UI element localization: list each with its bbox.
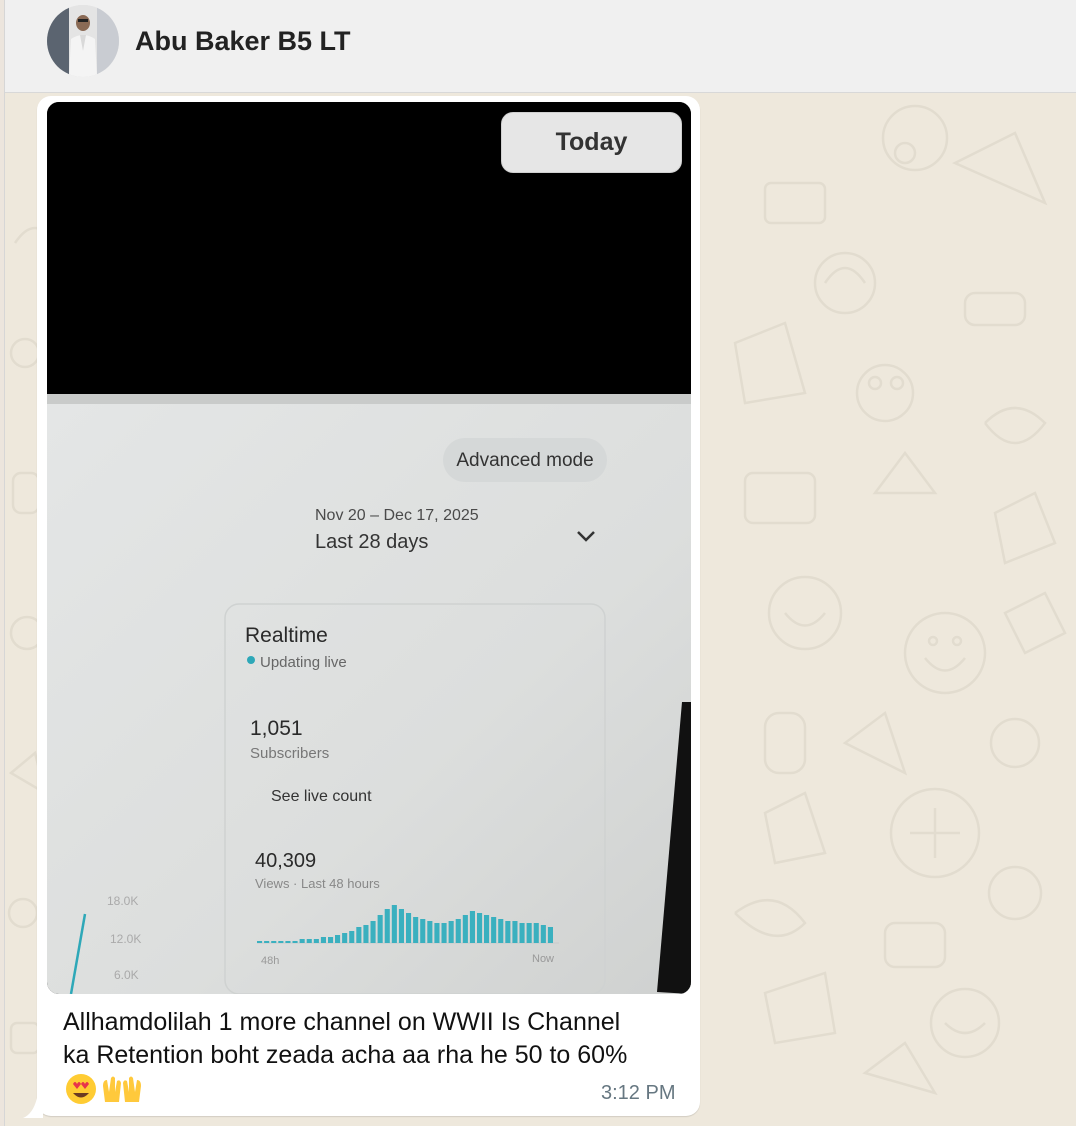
emoji-row xyxy=(65,1072,145,1111)
chart-bar xyxy=(477,913,483,943)
message-caption: Allhamdolilah 1 more channel on WWII Is … xyxy=(63,1006,693,1072)
chart-bar xyxy=(313,939,319,943)
chart-bar xyxy=(498,919,504,943)
contact-name[interactable]: Abu Baker B5 LT xyxy=(135,26,351,57)
advanced-mode-label: Advanced mode xyxy=(456,450,593,471)
chart-bar xyxy=(491,917,497,943)
period-label: Last 28 days xyxy=(315,531,428,553)
analytics-photo: Advanced mode Nov 20 – Dec 17, 2025 Last… xyxy=(47,102,691,994)
chart-bar xyxy=(484,915,490,943)
chart-bar xyxy=(434,923,440,943)
chart-bar xyxy=(406,913,412,943)
chart-bar xyxy=(370,921,376,943)
chart-bar xyxy=(363,925,369,943)
caption-line: Allhamdolilah 1 more channel on WWII Is … xyxy=(63,1008,621,1036)
see-live-count-link: See live count xyxy=(271,788,372,805)
chart-bar xyxy=(377,915,383,943)
chart-bar xyxy=(384,909,390,943)
message-timestamp: 3:12 PM xyxy=(601,1082,676,1104)
chart-bar xyxy=(512,921,518,943)
chart-bar xyxy=(278,941,284,943)
chat-header[interactable]: Abu Baker B5 LT xyxy=(5,0,1076,93)
chart-bar xyxy=(285,941,291,943)
chart-bar xyxy=(462,915,468,943)
live-dot-icon xyxy=(247,656,255,664)
chart-bar xyxy=(441,923,447,943)
chart-bar xyxy=(342,933,348,943)
chart-bar xyxy=(328,937,334,943)
y-tick-label: 12.0K xyxy=(110,932,141,946)
y-tick-label: 6.0K xyxy=(114,968,139,982)
bubble-tail xyxy=(23,1098,43,1118)
chat-window: Abu Baker B5 LT Advanced mode Nov 20 – D… xyxy=(4,0,1076,1126)
chart-bar xyxy=(335,935,341,943)
chart-bar xyxy=(398,909,404,943)
chart-bar xyxy=(469,911,475,943)
subscribers-label: Subscribers xyxy=(250,745,329,762)
chart-bar xyxy=(391,905,397,943)
chart-bar xyxy=(292,941,298,943)
views-label: Views · Last 48 hours xyxy=(255,876,380,891)
message-photo[interactable]: Advanced mode Nov 20 – Dec 17, 2025 Last… xyxy=(47,102,691,994)
chart-bar xyxy=(299,939,305,943)
chart-bar xyxy=(257,941,263,943)
chart-bar xyxy=(264,941,270,943)
x-tick-end: Now xyxy=(532,953,554,965)
chart-bar xyxy=(505,921,511,943)
date-range-label: Nov 20 – Dec 17, 2025 xyxy=(315,507,479,524)
date-chip: Today xyxy=(501,112,682,173)
chart-bar xyxy=(356,927,362,943)
chart-bar xyxy=(455,919,461,943)
subscribers-value: 1,051 xyxy=(250,717,303,740)
chart-bar xyxy=(420,919,426,943)
chart-bar xyxy=(427,921,433,943)
updating-live-label: Updating live xyxy=(260,654,347,671)
caption-line: ka Retention boht zeada acha aa rha he 5… xyxy=(63,1041,628,1069)
chart-bar xyxy=(519,923,525,943)
chart-bar xyxy=(349,931,355,943)
monitor-screen xyxy=(47,394,691,994)
chart-bar xyxy=(413,917,419,943)
views-value: 40,309 xyxy=(255,850,316,872)
raised-hands-emoji-icon xyxy=(103,1076,141,1102)
chart-bar xyxy=(448,921,454,943)
chart-bar xyxy=(526,923,532,943)
chart-bar xyxy=(306,939,312,943)
contact-avatar[interactable] xyxy=(47,5,119,77)
chart-bar xyxy=(540,925,546,943)
heart-eyes-emoji-icon xyxy=(66,1074,96,1104)
chart-bar xyxy=(533,923,539,943)
realtime-title: Realtime xyxy=(245,624,328,647)
chart-bar xyxy=(547,927,553,943)
chart-bar xyxy=(271,941,277,943)
chart-bar xyxy=(320,937,326,943)
x-tick-start: 48h xyxy=(261,955,279,967)
y-tick-label: 18.0K xyxy=(107,894,138,908)
